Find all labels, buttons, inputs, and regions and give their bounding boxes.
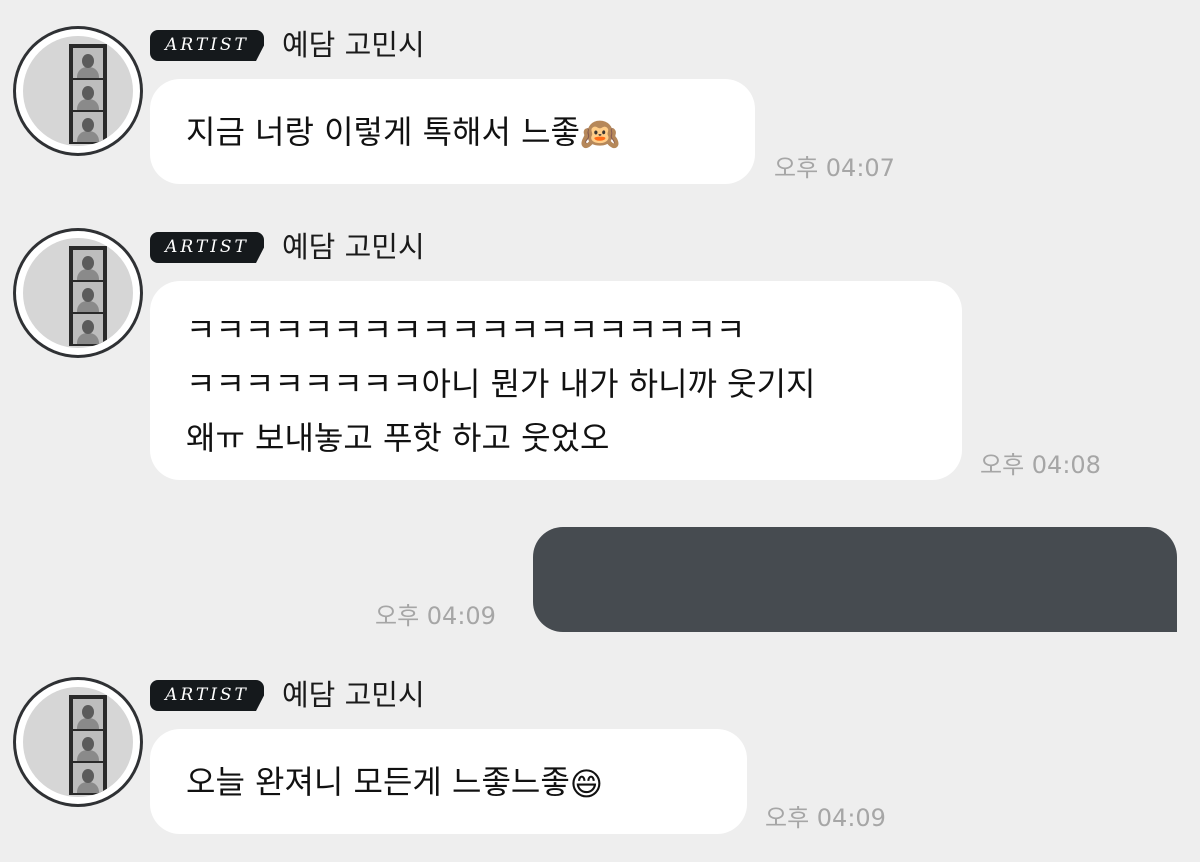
message-timestamp: 오후 04:08: [980, 451, 1101, 479]
artist-badge: ARTIST: [150, 232, 264, 263]
sender-name: 예담 고민시: [282, 230, 425, 264]
message-bubble[interactable]: 지금 너랑 이렇게 톡해서 느좋🙉: [150, 79, 755, 184]
photo-strip-icon: [69, 44, 107, 144]
avatar-photo: [23, 238, 133, 348]
avatar[interactable]: [13, 26, 143, 156]
hear-no-evil-monkey-icon: 🙉: [579, 115, 620, 153]
message-bubble[interactable]: ㅋㅋㅋㅋㅋㅋㅋㅋㅋㅋㅋㅋㅋㅋㅋㅋㅋㅋㅋ ㅋㅋㅋㅋㅋㅋㅋㅋ아니 뭔가 내가 하니까…: [150, 281, 962, 480]
avatar[interactable]: [13, 228, 143, 358]
outgoing-message-bubble-redacted[interactable]: [533, 527, 1177, 632]
avatar-photo: [23, 687, 133, 797]
sender-name: 예담 고민시: [282, 678, 425, 712]
message-text-line: ㅋㅋㅋㅋㅋㅋㅋㅋㅋㅋㅋㅋㅋㅋㅋㅋㅋㅋㅋ: [186, 311, 746, 349]
artist-badge: ARTIST: [150, 30, 264, 61]
message-text-line: 왜ㅠ 보내놓고 푸핫 하고 웃었오: [186, 419, 610, 457]
message-bubble[interactable]: 오늘 완져니 모든게 느좋느좋😄: [150, 729, 747, 834]
message-text: 지금 너랑 이렇게 톡해서 느좋: [186, 113, 580, 151]
photo-strip-icon: [69, 695, 107, 795]
avatar-photo: [23, 36, 133, 146]
message-timestamp: 오후 04:09: [375, 602, 496, 630]
artist-badge: ARTIST: [150, 680, 264, 711]
message-text-line: ㅋㅋㅋㅋㅋㅋㅋㅋ아니 뭔가 내가 하니까 웃기지: [186, 365, 816, 403]
message-timestamp: 오후 04:07: [774, 154, 895, 182]
message-text: 오늘 완져니 모든게 느좋느좋: [186, 763, 570, 801]
avatar[interactable]: [13, 677, 143, 807]
sender-name: 예담 고민시: [282, 28, 425, 62]
message-timestamp: 오후 04:09: [765, 804, 886, 832]
grinning-face-icon: 😄: [569, 765, 604, 803]
photo-strip-icon: [69, 246, 107, 346]
